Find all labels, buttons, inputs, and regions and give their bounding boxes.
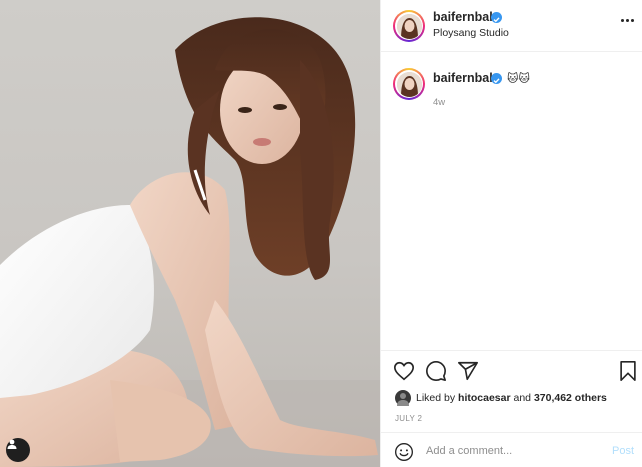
caption-verified-badge-icon (491, 73, 502, 84)
post-details-panel: baifernbah Ploysang Studio baifernbah 🐱🐱… (380, 0, 642, 467)
liker-username[interactable]: hitocaesar (458, 392, 511, 404)
heart-icon[interactable] (393, 360, 415, 382)
post-comment-button[interactable]: Post (612, 445, 634, 457)
photo-illustration (0, 17, 380, 467)
post-header: baifernbah Ploysang Studio (381, 0, 642, 52)
caption-username[interactable]: baifernbah (433, 71, 497, 85)
likes-text: Liked by hitocaesar and 370,462 others (416, 392, 607, 404)
caption-time[interactable]: 4w (433, 97, 445, 108)
author-avatar[interactable] (393, 10, 425, 42)
caption-text: 🐱🐱 (507, 73, 530, 85)
user-tag-icon[interactable] (6, 438, 30, 462)
caption-avatar[interactable] (393, 68, 425, 100)
comment-input[interactable] (426, 441, 606, 461)
more-options-icon[interactable] (621, 19, 635, 23)
verified-badge-icon (491, 12, 502, 23)
likes-summary: Liked by hitocaesar and 370,462 others (395, 389, 635, 407)
emoji-icon[interactable] (394, 442, 414, 462)
post-location[interactable]: Ploysang Studio (433, 27, 509, 39)
paper-plane-icon[interactable] (457, 360, 479, 382)
bookmark-icon[interactable] (617, 360, 639, 382)
comment-icon[interactable] (425, 360, 447, 382)
liker-avatar[interactable] (395, 390, 411, 406)
comment-bar: Post (381, 432, 642, 467)
post-photo[interactable] (0, 0, 380, 467)
post-date[interactable]: JULY 2 (395, 414, 422, 423)
likes-count[interactable]: 370,462 others (534, 392, 607, 404)
author-username[interactable]: baifernbah (433, 10, 497, 24)
